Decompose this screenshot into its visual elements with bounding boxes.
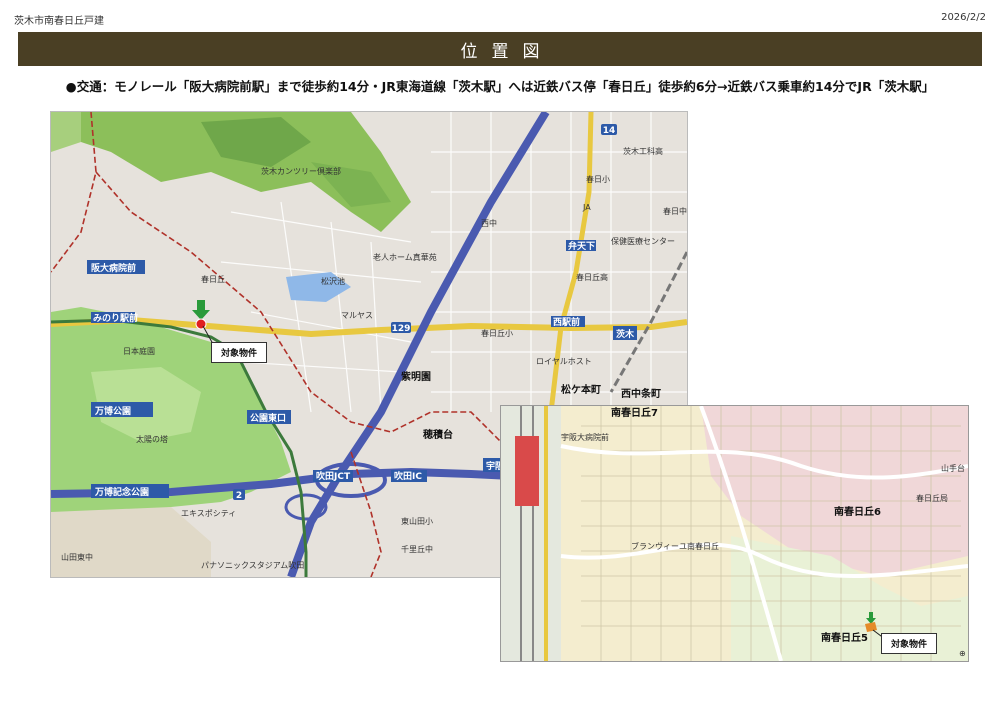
hoken-center-label: 保健医療センター	[611, 236, 675, 246]
taiyo-no-to-label: 太陽の塔	[136, 434, 168, 444]
detail-station-label: 宇阪大病院前	[561, 432, 609, 442]
expocity-label: エキスポシティ	[181, 509, 236, 518]
route-129-label: 129	[392, 324, 411, 334]
nishinakajo-label: 西中条町	[621, 387, 661, 400]
detail-target-label: 対象物件	[881, 633, 938, 654]
royal-host-label: ロイヤルホスト	[536, 357, 592, 366]
kasugaoka-sho-label: 春日丘小	[481, 328, 513, 338]
yamada-higashi-label: 山田東中	[61, 552, 93, 562]
senri-oka-label: 千里丘中	[401, 544, 433, 554]
document-date: 2026/2/2	[941, 12, 986, 23]
detail-map-canvas: 宇阪大病院前 南春日丘7 南春日丘6 南春日丘5 春日丘局 ブランヴィーユ南春日…	[501, 406, 968, 661]
rojin-home-label: 老人ホーム真華苑	[373, 252, 437, 262]
nishieki-label: 西駅前	[553, 316, 580, 328]
ibaraki-label: 茨木	[616, 328, 635, 340]
kasugaoka-ms-label: 春日中	[663, 206, 687, 216]
country-club-label: 茨木カンツリー倶楽部	[261, 166, 341, 176]
nihon-teien-label: 日本庭園	[123, 346, 155, 356]
target-marker-icon	[195, 318, 207, 330]
suita-jct-label: 吹田JCT	[316, 470, 351, 482]
bampaku-memorial-label: 万博記念公園	[94, 486, 149, 498]
route-2-label: 2	[236, 491, 242, 501]
minori-label: みのり駅前	[93, 312, 138, 324]
shimeien-label: 紫明園	[401, 370, 431, 383]
matsusawaike-label: 松沢池	[321, 276, 345, 286]
higashi-yamada-label: 東山田小	[401, 516, 433, 526]
target-property-label: 対象物件	[211, 342, 268, 363]
document-title: 茨木市南春日丘戸建	[14, 16, 104, 27]
kasugaoka-label: 春日丘	[201, 274, 225, 284]
matsugamoto-label: 松ケ本町	[561, 383, 601, 396]
detail-map: 宇阪大病院前 南春日丘7 南春日丘6 南春日丘5 春日丘局 ブランヴィーユ南春日…	[500, 405, 969, 662]
koen-higashi-label: 公園東口	[250, 412, 286, 424]
route-14-label: 14	[603, 126, 616, 136]
ja-label: JA	[582, 203, 591, 212]
kasugaoka-es-label: 春日小	[586, 174, 610, 184]
suita-ic-label: 吹田IC	[394, 470, 422, 482]
bentenka-label: 弁天下	[568, 240, 595, 252]
district-m6-label: 南春日丘6	[834, 505, 881, 518]
station-platform	[515, 436, 539, 506]
handai-station-label: 阪大病院前	[91, 262, 136, 274]
title-bar: 位置図	[18, 32, 982, 66]
district-m7-label: 南春日丘7	[611, 406, 658, 419]
yamate-label: 山手台	[941, 463, 965, 473]
panasonic-stadium-label: パナソニックスタジアム吹田	[201, 560, 304, 570]
kasugaoka-station-label: 春日丘局	[916, 493, 948, 503]
maruyasu-label: マルヤス	[341, 311, 373, 320]
hozumidai-label: 穂積台	[423, 428, 453, 441]
access-description: ●交通：モノレール「阪大病院前駅」まで徒歩約14分・JR東海道線「茨木駅」へは近…	[65, 79, 935, 94]
kasugaoka-ko-label: 春日丘高	[576, 272, 608, 282]
page-title: 位置図	[460, 41, 554, 62]
nishi-chu-label: 西中	[481, 218, 497, 228]
apartment-label: ブランヴィーユ南春日丘	[631, 541, 719, 551]
ibaraki-kogyo-label: 茨木工科高	[623, 146, 663, 156]
district-m5-label: 南春日丘5	[821, 631, 868, 644]
bampaku-label: 万博公園	[94, 405, 131, 417]
north-arrow-icon: ⊕	[959, 649, 966, 658]
